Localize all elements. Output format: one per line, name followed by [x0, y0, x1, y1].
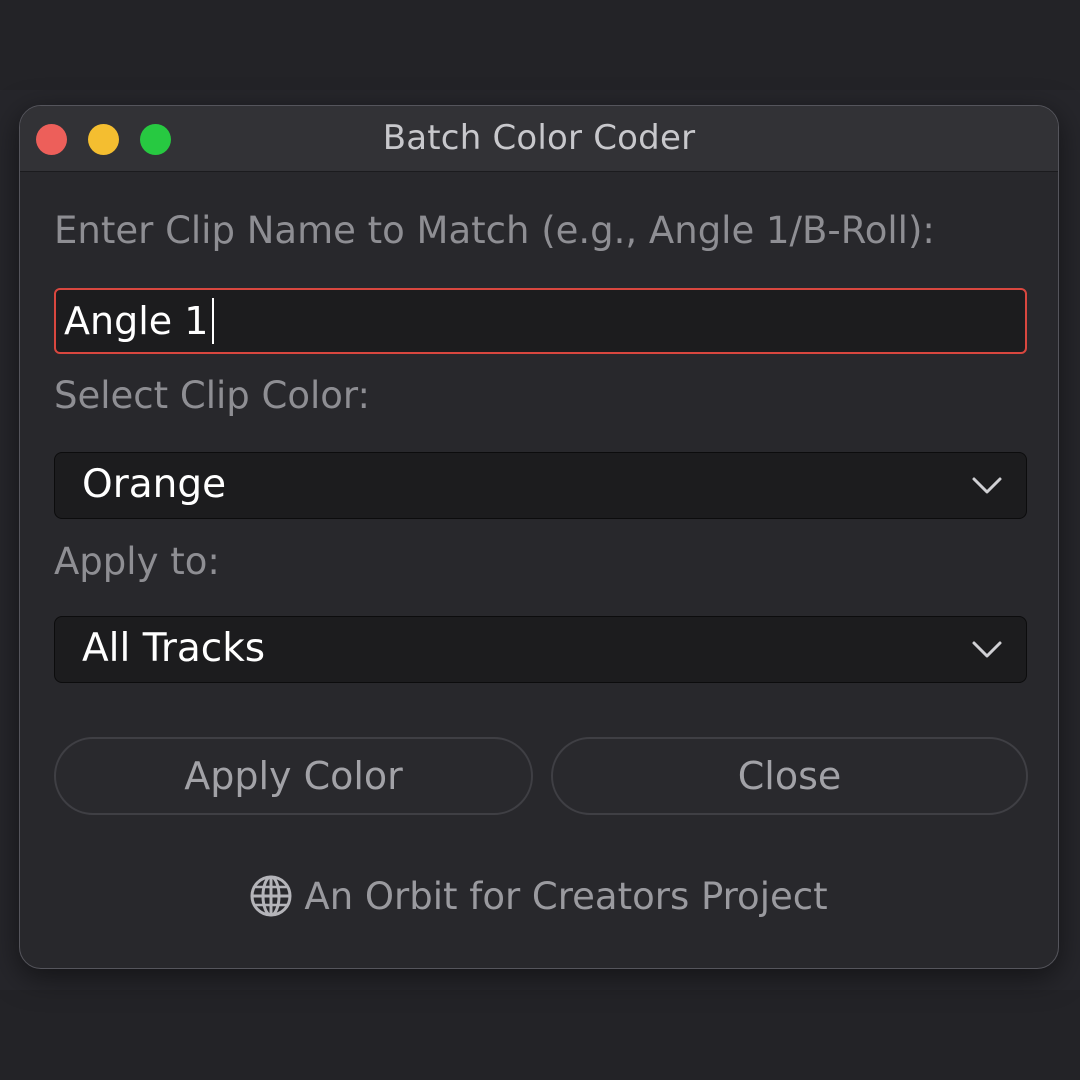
apply-to-selected-value: All Tracks	[82, 626, 266, 671]
globe-icon	[250, 875, 292, 916]
window-title: Batch Color Coder	[382, 118, 696, 158]
clip-name-input-wrapper: Angle 1	[64, 290, 215, 352]
close-button[interactable]: Close	[551, 737, 1028, 815]
chevron-down-icon	[972, 641, 1002, 658]
apply-to-select[interactable]: All Tracks	[54, 616, 1027, 683]
apply-to-label: Apply to:	[54, 540, 220, 583]
title-bar[interactable]: Batch Color Coder	[20, 106, 1058, 172]
chevron-down-icon	[972, 477, 1002, 494]
batch-color-coder-window: Batch Color Coder Enter Clip Name to Mat…	[19, 105, 1059, 969]
text-cursor	[212, 297, 215, 344]
clip-color-select[interactable]: Orange	[54, 452, 1027, 519]
footer-text: An Orbit for Creators Project	[304, 875, 828, 918]
clip-name-input[interactable]: Angle 1	[54, 288, 1027, 354]
clip-color-label: Select Clip Color:	[54, 374, 370, 417]
footer-credit: An Orbit for Creators Project	[20, 869, 1058, 925]
clip-name-input-value: Angle 1	[64, 299, 209, 343]
clip-name-label: Enter Clip Name to Match (e.g., Angle 1/…	[54, 209, 935, 252]
clip-color-selected-value: Orange	[82, 462, 227, 507]
apply-color-button[interactable]: Apply Color	[54, 737, 533, 815]
